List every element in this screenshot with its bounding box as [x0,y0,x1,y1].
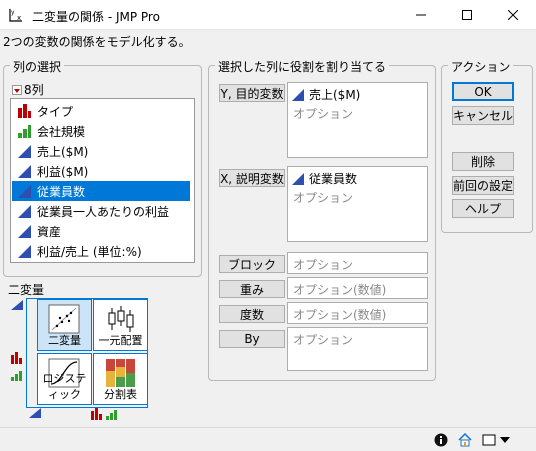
maximize-button[interactable] [444,0,490,30]
actions-legend: アクション [448,58,514,75]
svg-text:y: y [11,9,15,16]
window-title: 二変量の関係 - JMP Pro [32,10,160,24]
nominal-bar-icon [91,408,102,420]
by-role-list[interactable]: オプション [287,327,428,371]
freq-role-placeholder: オプション(数値) [293,308,387,322]
maximize-icon [462,10,472,20]
column-list-item-label: 従業員一人あたりの利益 [37,204,170,219]
column-list-item[interactable]: 売上($M) [12,141,190,161]
y-role-value: 売上($M) [309,88,361,102]
bivariate-label: 二変量 [8,283,45,297]
chevron-down-icon[interactable] [500,436,510,444]
ok-button[interactable]: OK [452,82,514,101]
continuous-triangle-icon [292,172,304,185]
column-list-item[interactable]: 従業員一人あたりの利益 [12,201,190,221]
freq-button[interactable]: 度数 [219,305,285,323]
logistic-type-label: ロジスティック [42,372,87,401]
nominal-bar-icon [11,352,22,364]
jmp-app-icon: y x [8,7,24,23]
continuous-triangle-icon [18,224,32,238]
scatterplot-icon [48,304,80,334]
continuous-triangle-icon [18,164,32,178]
block-button[interactable]: ブロック [219,255,285,273]
ordinal-bar-icon [18,124,32,138]
x-factor-button[interactable]: X, 説明変数 [219,169,285,187]
weight-button[interactable]: 重み [219,280,285,298]
column-list-item-label: タイプ [37,104,74,119]
by-role-placeholder: オプション [293,333,354,347]
y-role-item[interactable]: 売上($M) [292,86,360,103]
weight-role-placeholder: オプション(数値) [293,283,387,297]
column-list-item-label: 売上($M) [37,144,89,159]
ordinal-bar-icon [106,410,117,420]
column-list-item[interactable]: 会社規模 [12,121,190,141]
home-icon[interactable] [458,433,472,447]
column-list-item-label: 従業員数 [37,184,86,199]
y-role-placeholder: オプション [293,107,354,121]
remove-button[interactable]: 削除 [452,152,514,171]
block-role-box[interactable]: オプション [287,252,428,274]
contingency-type-button[interactable]: 分割表 [93,353,148,405]
minimize-icon [416,14,426,16]
mosaic-plot-icon [106,359,135,387]
info-icon[interactable] [434,433,448,447]
status-bar [0,427,536,451]
column-selection-group: 列の選択 8列 タイプ会社規模売上($M) 利益($M) 従業員数従業員一人あたりの… [3,58,202,277]
nominal-bar-icon [18,104,32,118]
bivariate-type-button[interactable]: 二変量 [37,299,92,351]
x-role-placeholder: オプション [293,191,354,205]
column-selection-legend: 列の選択 [10,58,65,75]
continuous-triangle-icon [29,408,41,418]
column-count-label: 8列 [24,83,44,97]
ordinal-bar-icon [11,371,22,381]
weight-role-box[interactable]: オプション(数値) [287,277,428,299]
continuous-triangle-icon [18,144,32,158]
close-icon [508,10,518,20]
column-count-menu[interactable]: 8列 [12,81,44,98]
y-response-button[interactable]: Y, 目的変数 [219,84,285,102]
x-role-list[interactable]: 従業員数 オプション [287,166,428,242]
y-role-list[interactable]: 売上($M) オプション [287,82,428,158]
window-list-icon[interactable] [482,433,496,447]
continuous-triangle-icon [292,88,304,101]
column-list-item[interactable]: 利益($M) [12,161,190,181]
red-triangle-menu-icon[interactable] [12,84,22,95]
by-button[interactable]: By [219,330,285,348]
block-role-placeholder: オプション [293,258,354,272]
logistic-type-button[interactable]: ロジスティック [37,353,92,405]
boxplot-icon [108,306,134,332]
continuous-triangle-icon [18,244,32,258]
freq-role-box[interactable]: オプション(数値) [287,302,428,324]
column-list-item-label: 利益($M) [37,164,89,179]
dialog-description: 2つの変数の関係をモデル化する。 [3,35,191,49]
column-list-item[interactable]: タイプ [12,101,190,121]
bivariate-type-label: 二変量 [48,334,81,347]
continuous-triangle-icon [18,184,32,198]
column-list-item[interactable]: 従業員数 [12,181,190,201]
cancel-button[interactable]: キャンセル [452,106,514,125]
column-listbox[interactable]: タイプ会社規模売上($M) 利益($M) 従業員数従業員一人あたりの利益 資産利益/売… [10,98,195,263]
role-assignment-legend: 選択した列に役割を割り当てる [215,58,390,75]
recall-button[interactable]: 前回の設定 [452,176,514,195]
continuous-triangle-icon [18,204,32,218]
column-list-item[interactable]: 利益/売上 (単位:%) [12,241,190,261]
column-list-item-label: 会社規模 [37,124,86,139]
svg-text:x: x [17,14,21,22]
column-list-item-label: 利益/売上 (単位:%) [37,244,142,259]
minimize-button[interactable] [398,0,444,30]
contingency-type-label: 分割表 [104,388,137,401]
column-list-item-label: 資産 [37,224,62,239]
continuous-triangle-icon [11,300,23,310]
close-button[interactable] [490,0,536,30]
x-role-item[interactable]: 従業員数 [292,170,357,187]
column-list-item[interactable]: 資産 [12,221,190,241]
help-button[interactable]: ヘルプ [452,199,514,218]
oneway-type-button[interactable]: 一元配置 [93,299,148,351]
title-bar: y x 二変量の関係 - JMP Pro [0,0,536,30]
oneway-type-label: 一元配置 [98,334,143,347]
x-role-value: 従業員数 [309,172,358,186]
